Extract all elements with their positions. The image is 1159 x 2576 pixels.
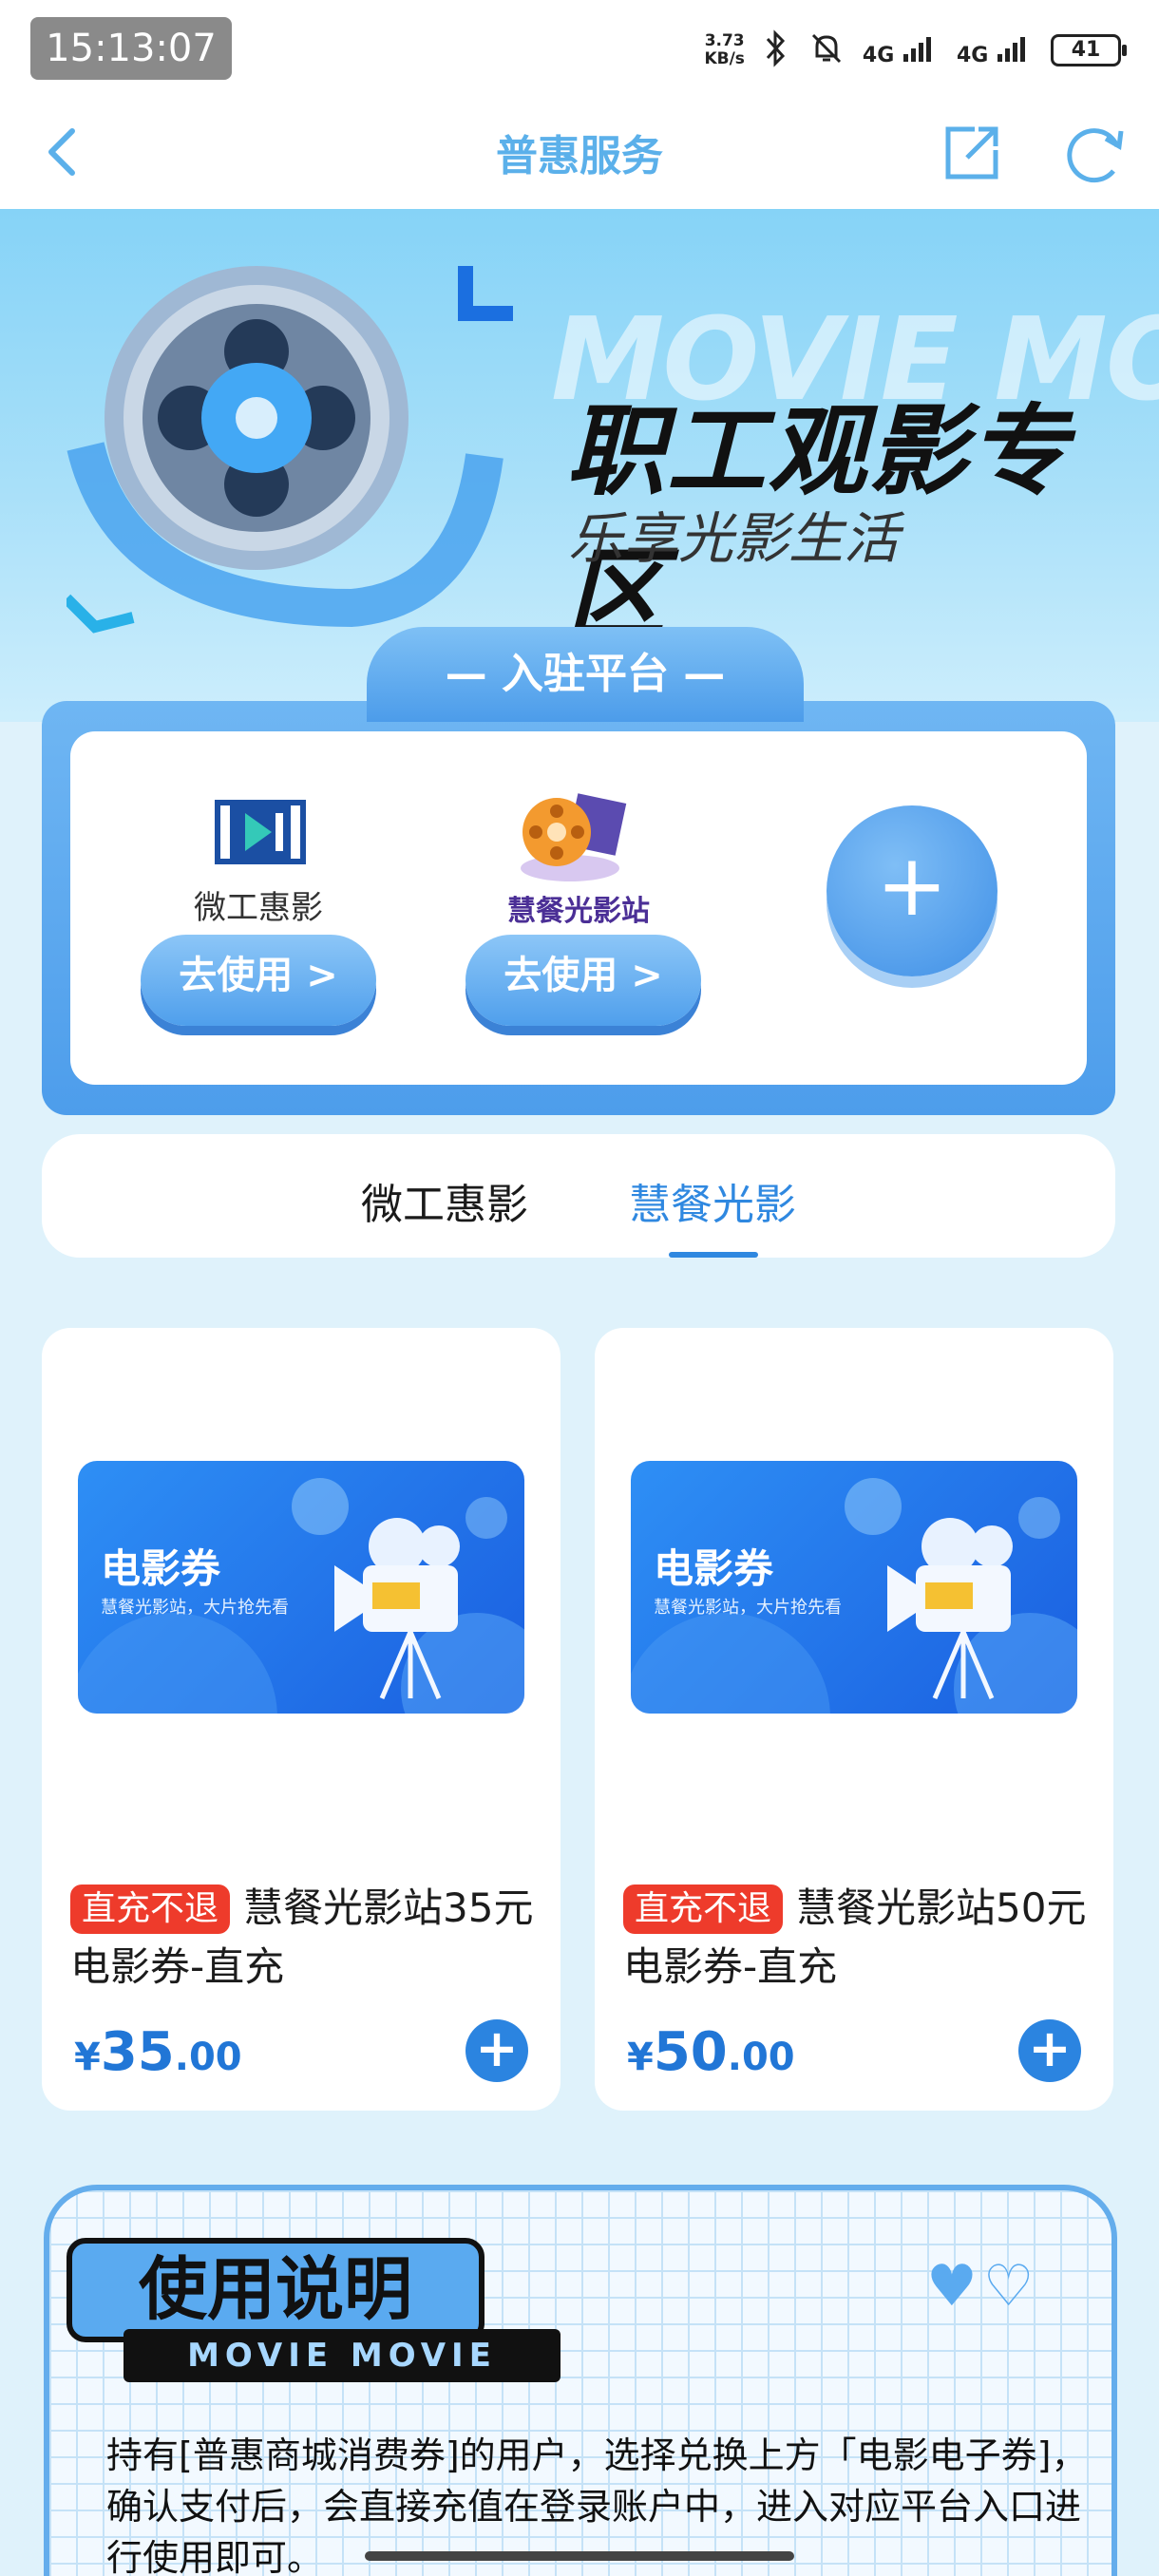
usage-title: 使用说明 (66, 2238, 484, 2342)
platform-name: 慧餐光影站 (507, 895, 650, 928)
usage-subtitle: MOVIE MOVIE (124, 2329, 560, 2382)
bluetooth-icon (762, 29, 790, 71)
status-indicators: 3.73 KB/s 4G 4G 41 (704, 27, 1127, 74)
tab-weigong[interactable]: 微工惠影 (361, 1170, 528, 1231)
product-name: 直充不退 慧餐光影站50元电影券-直充 (623, 1885, 1087, 1990)
weigong-logo-icon (215, 800, 306, 864)
signal-2: 4G (957, 33, 1034, 67)
product-card[interactable]: 电影券 慧餐光影站，大片抢先看 直充不退 慧餐光影站35元电影券-直充 ¥35.0… (42, 1328, 560, 2111)
add-platform-button[interactable]: + (826, 805, 998, 976)
status-bar: 15:13:07 3.73 KB/s 4G 4G 41 (0, 0, 1159, 99)
product-image: 电影券 慧餐光影站，大片抢先看 (78, 1461, 524, 1714)
weigong-use-button[interactable]: 去使用 > (141, 935, 376, 1026)
product-image: 电影券 慧餐光影站，大片抢先看 (631, 1461, 1077, 1714)
share-icon (945, 126, 998, 180)
film-reel-icon (66, 266, 513, 634)
hearts-icon: ♥♡ (926, 2253, 1040, 2320)
platform-name: 微工惠影 (194, 889, 323, 927)
huican-logo-icon (521, 793, 627, 881)
huican-use-button[interactable]: 去使用 > (466, 935, 701, 1026)
add-to-cart-button[interactable]: + (1018, 2019, 1081, 2082)
home-indicator[interactable] (365, 2551, 794, 2561)
status-time: 15:13:07 (30, 17, 232, 80)
platform-tabs: 微工惠影 慧餐光影 (42, 1134, 1115, 1258)
refresh-icon (1067, 128, 1124, 183)
ticket-title: 电影券 (101, 1545, 221, 1592)
active-tab-indicator (669, 1252, 758, 1258)
signal-1: 4G (863, 33, 940, 67)
no-refund-badge: 直充不退 (623, 1885, 784, 1934)
tab-huican[interactable]: 慧餐光影 (629, 1170, 796, 1231)
hero-subtitle: 乐享光影生活 (568, 506, 900, 571)
network-speed: 3.73 KB/s (704, 31, 745, 68)
add-to-cart-button[interactable]: + (466, 2019, 528, 2082)
refresh-button[interactable] (1062, 118, 1129, 186)
share-button[interactable] (940, 118, 1003, 186)
product-name: 直充不退 慧餐光影站35元电影券-直充 (70, 1885, 534, 1990)
product-price: ¥50.00 (627, 2021, 795, 2083)
product-card[interactable]: 电影券 慧餐光影站，大片抢先看 直充不退 慧餐光影站50元电影券-直充 ¥50.0… (595, 1328, 1113, 2111)
product-price: ¥35.00 (74, 2021, 242, 2083)
no-refund-badge: 直充不退 (70, 1885, 231, 1934)
platform-header: — 入驻平台 — (367, 627, 804, 722)
battery-indicator: 41 (1051, 34, 1127, 66)
ticket-subtitle: 慧餐光影站，大片抢先看 (101, 1598, 289, 1618)
ticket-subtitle: 慧餐光影站，大片抢先看 (654, 1598, 842, 1618)
mute-bell-icon (808, 29, 846, 71)
ticket-title: 电影券 (654, 1545, 774, 1592)
nav-bar: 普惠服务 (0, 99, 1159, 209)
